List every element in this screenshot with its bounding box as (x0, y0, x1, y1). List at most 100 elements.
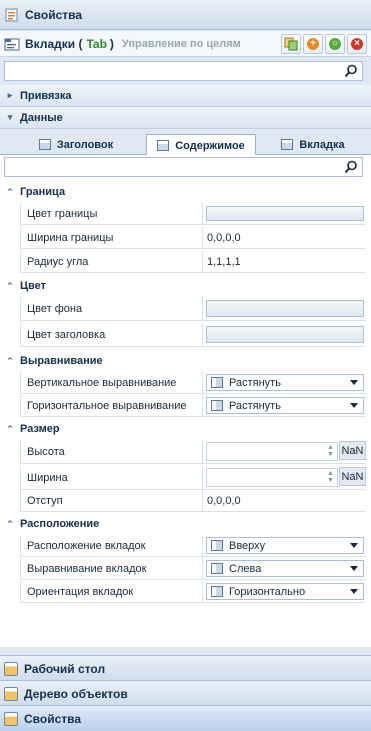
chevron-up-icon: ⌃ (6, 186, 14, 197)
tabs-component-icon (4, 38, 20, 50)
prop-label: Выравнивание вкладок (21, 558, 203, 579)
prop-label: Ширина границы (21, 227, 203, 248)
height-nan-unit[interactable]: NaN (339, 441, 366, 460)
width-spinner[interactable]: ▲ ▼ (206, 468, 338, 487)
dropdown-arrow-icon (350, 403, 358, 408)
prop-row-vertical-align: Вертикальное выравнивание Растянуть (20, 372, 366, 394)
chevron-up-icon: ⌃ (6, 423, 14, 434)
group-border[interactable]: ⌃ Граница (0, 182, 371, 202)
component-type: Tab (86, 36, 107, 51)
component-close-paren: ) (109, 36, 114, 51)
property-search-input[interactable] (4, 157, 363, 177)
horizontal-align-value: Растянуть (229, 399, 281, 412)
search-input[interactable] (4, 61, 363, 81)
group-border-title: Граница (20, 186, 66, 198)
properties-icon (4, 711, 18, 726)
chevron-down-icon: ▾ (7, 112, 13, 122)
properties-title: Свойства (25, 7, 83, 22)
delete-button[interactable]: × (347, 34, 367, 54)
placement-top-icon (211, 540, 223, 551)
group-color-title: Цвет (20, 280, 47, 292)
tab-tab[interactable]: Вкладка (268, 134, 358, 155)
prop-row-tab-orientation: Ориентация вкладок Горизонтально (20, 581, 366, 603)
group-size-title: Размер (20, 423, 60, 435)
refresh-button[interactable]: ○ (325, 34, 345, 54)
prop-label: Вертикальное выравнивание (21, 372, 203, 393)
tab-content-label: Содержимое (175, 139, 245, 152)
component-header: Вкладки ( Tab ) Управление по целям + ○ … (0, 31, 371, 57)
chevron-up-icon: ⌃ (6, 518, 14, 529)
border-width-field[interactable]: 0,0,0,0 (203, 227, 366, 248)
margin-field[interactable]: 0,0,0,0 (203, 490, 366, 511)
group-align-title: Выравнивание (20, 355, 103, 367)
tab-header[interactable]: Заголовок (26, 134, 126, 155)
prop-row-bg-color: Цвет фона (20, 297, 366, 321)
tab-tab-label: Вкладка (299, 138, 345, 151)
group-align[interactable]: ⌃ Выравнивание (0, 351, 371, 371)
dropdown-arrow-icon (350, 589, 358, 594)
corner-radius-field[interactable]: 1,1,1,1 (203, 251, 366, 272)
dropdown-arrow-icon (350, 543, 358, 548)
section-data[interactable]: ▾ Данные (0, 107, 371, 129)
goal-management-link[interactable]: Управление по целям (122, 38, 241, 50)
add-icon: + (307, 38, 319, 50)
add-button[interactable]: + (303, 34, 323, 54)
properties-header[interactable]: Свойства (0, 0, 371, 30)
prop-row-horizontal-align: Горизонтальное выравнивание Растянуть (20, 395, 366, 417)
tab-placement-select[interactable]: Вверху (206, 537, 364, 554)
prop-label: Цвет границы (21, 203, 203, 224)
prop-label: Расположение вкладок (21, 535, 203, 556)
tab-tab-icon (281, 139, 294, 150)
prop-label: Отступ (21, 490, 203, 511)
property-panel: ⌃ Граница Цвет границы Ширина границы 0,… (0, 155, 371, 647)
group-size[interactable]: ⌃ Размер (0, 419, 371, 439)
group-color[interactable]: ⌃ Цвет (0, 276, 371, 296)
section-data-label: Данные (20, 111, 63, 124)
prop-row-corner-radius: Радиус угла 1,1,1,1 (20, 251, 366, 273)
height-spinner[interactable]: ▲ ▼ (206, 442, 338, 461)
tab-content[interactable]: Содержимое (146, 134, 256, 156)
nav-object-tree-label: Дерево объектов (24, 686, 128, 701)
delete-icon: × (351, 38, 363, 50)
prop-row-border-color: Цвет границы (20, 203, 366, 225)
prop-label: Цвет заголовка (21, 323, 203, 346)
prop-label: Ориентация вкладок (21, 581, 203, 602)
chevron-up-icon: ⌃ (6, 280, 14, 291)
horizontal-align-select[interactable]: Растянуть (206, 397, 364, 414)
vertical-align-select[interactable]: Растянуть (206, 374, 364, 391)
component-name: Вкладки ( (25, 36, 83, 51)
spinner-arrows-icon[interactable]: ▲ ▼ (326, 444, 335, 458)
prop-label: Ширина (21, 466, 203, 489)
header-tab-icon (38, 139, 51, 150)
nav-desktop[interactable]: Рабочий стол (0, 655, 371, 681)
nav-object-tree[interactable]: Дерево объектов (0, 680, 371, 706)
refresh-icon: ○ (329, 38, 341, 50)
prop-label: Цвет фона (21, 297, 203, 320)
desktop-icon (4, 661, 18, 676)
tab-header-label: Заголовок (56, 138, 114, 151)
nav-properties[interactable]: Свойства (0, 705, 371, 731)
search-icon (344, 160, 357, 174)
group-placement[interactable]: ⌃ Расположение (0, 514, 371, 534)
prop-row-margin: Отступ 0,0,0,0 (20, 490, 366, 512)
spinner-arrows-icon[interactable]: ▲ ▼ (326, 470, 335, 484)
tab-alignment-select[interactable]: Слева (206, 560, 364, 577)
prop-label: Радиус угла (21, 251, 203, 272)
align-left-icon (211, 563, 223, 574)
border-color-picker[interactable] (206, 206, 364, 221)
copy-icon (284, 37, 298, 51)
bg-color-picker[interactable] (206, 300, 364, 317)
tab-orientation-select[interactable]: Горизонтально (206, 583, 364, 600)
prop-row-tab-placement: Расположение вкладок Вверху (20, 535, 366, 557)
header-color-picker[interactable] (206, 326, 364, 343)
stretch-horizontal-icon (211, 400, 223, 411)
prop-label: Горизонтальное выравнивание (21, 395, 203, 416)
width-nan-unit[interactable]: NaN (339, 467, 366, 486)
properties-icon (5, 8, 18, 21)
nav-properties-label: Свойства (24, 711, 82, 726)
group-placement-title: Расположение (20, 518, 100, 530)
prop-row-header-color: Цвет заголовка (20, 323, 366, 347)
copy-button[interactable] (281, 34, 301, 54)
prop-row-height: Высота ▲ ▼ NaN (20, 440, 366, 464)
section-binding[interactable]: ▸ Привязка (0, 85, 371, 107)
